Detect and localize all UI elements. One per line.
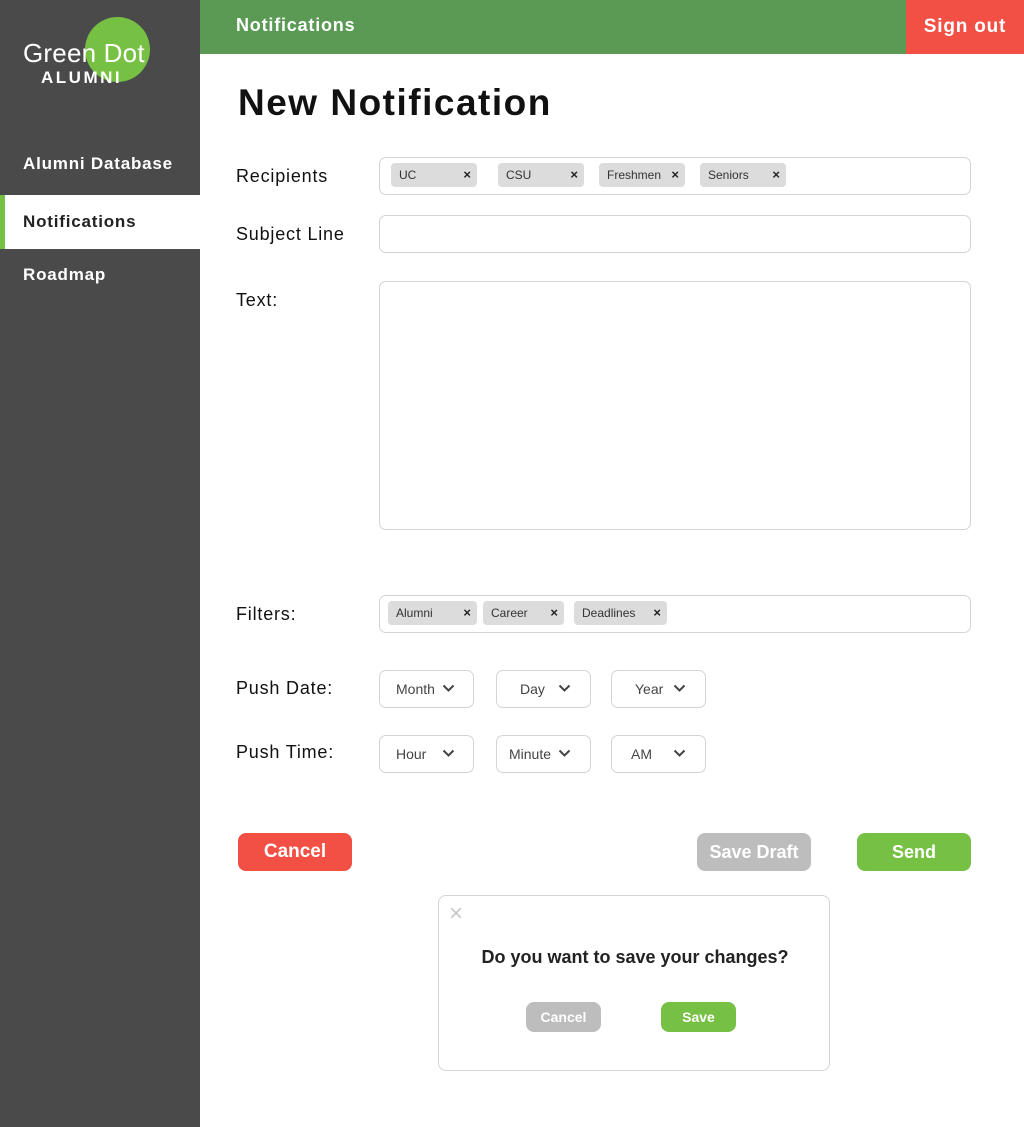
day-select[interactable]: Day [496,670,591,708]
top-bar: Notifications Sign out [200,0,1024,54]
logo-text-top: Green Dot [23,38,145,68]
hour-select[interactable]: Hour [379,735,474,773]
recipient-chip-label: Freshmen [607,168,662,182]
ampm-select[interactable]: AM [611,735,706,773]
push-date-label: Push Date: [236,678,334,698]
chevron-down-icon [558,684,571,692]
save-changes-dialog: × Do you want to save your changes? Canc… [438,895,830,1071]
filter-chip: Alumni × [388,601,477,625]
recipients-label: Recipients [236,166,329,186]
save-draft-button[interactable]: Save Draft [697,833,811,871]
recipient-chip-label: CSU [506,168,532,182]
recipient-chip: CSU × [498,163,584,187]
close-icon[interactable]: × [671,167,679,182]
sidebar-item-notifications[interactable]: Notifications [0,195,200,249]
close-icon[interactable]: × [772,167,780,182]
chevron-down-icon [442,749,455,757]
filter-chip-label: Career [491,606,528,620]
filters-label: Filters: [236,604,297,624]
close-icon[interactable]: × [550,605,558,620]
filter-chip: Career × [483,601,564,625]
subject-line-label: Subject Line [236,224,345,244]
sign-out-button[interactable]: Sign out [906,0,1024,54]
minute-select[interactable]: Minute [496,735,591,773]
month-select[interactable]: Month [379,670,474,708]
year-select[interactable]: Year [611,670,706,708]
ampm-select-value: AM [631,746,652,762]
close-icon[interactable]: × [570,167,578,182]
recipient-chip-label: Seniors [708,168,749,182]
month-select-value: Month [396,681,435,697]
recipient-chip: UC × [391,163,477,187]
cancel-button[interactable]: Cancel [238,833,352,871]
filter-chip-label: Deadlines [582,606,636,620]
chevron-down-icon [673,684,686,692]
recipient-chip: Seniors × [700,163,786,187]
day-select-value: Day [520,681,545,697]
year-select-value: Year [635,681,664,697]
dialog-save-button[interactable]: Save [661,1002,736,1032]
close-icon[interactable]: × [653,605,661,620]
filters-input[interactable]: Alumni × Career × Deadlines × [379,595,971,633]
chevron-down-icon [673,749,686,757]
logo-text-bottom: ALUMNI [41,68,123,87]
top-bar-title: Notifications [236,15,356,35]
logo[interactable]: Green Dot ALUMNI [0,0,200,110]
close-icon[interactable]: × [463,167,471,182]
dialog-message: Do you want to save your changes? [481,947,789,967]
hour-select-value: Hour [396,746,427,762]
recipient-chip-label: UC [399,168,417,182]
recipient-chip: Freshmen × [599,163,685,187]
sidebar-item-roadmap[interactable]: Roadmap [0,248,200,302]
close-icon[interactable]: × [449,902,463,926]
dialog-cancel-button[interactable]: Cancel [526,1002,601,1032]
page-title: New Notification [238,82,552,123]
sidebar-item-alumni-database[interactable]: Alumni Database [0,137,200,191]
text-area[interactable] [379,281,971,530]
close-icon[interactable]: × [463,605,471,620]
filter-chip-label: Alumni [396,606,433,620]
chevron-down-icon [558,749,571,757]
sidebar: Green Dot ALUMNI Alumni Database Notific… [0,0,200,1127]
minute-select-value: Minute [509,746,552,762]
chevron-down-icon [442,684,455,692]
text-label: Text: [236,290,279,310]
push-time-label: Push Time: [236,742,335,762]
recipients-input[interactable]: UC × CSU × Freshmen × Seniors × [379,157,971,195]
filter-chip: Deadlines × [574,601,667,625]
subject-line-input[interactable] [379,215,971,253]
send-button[interactable]: Send [857,833,971,871]
